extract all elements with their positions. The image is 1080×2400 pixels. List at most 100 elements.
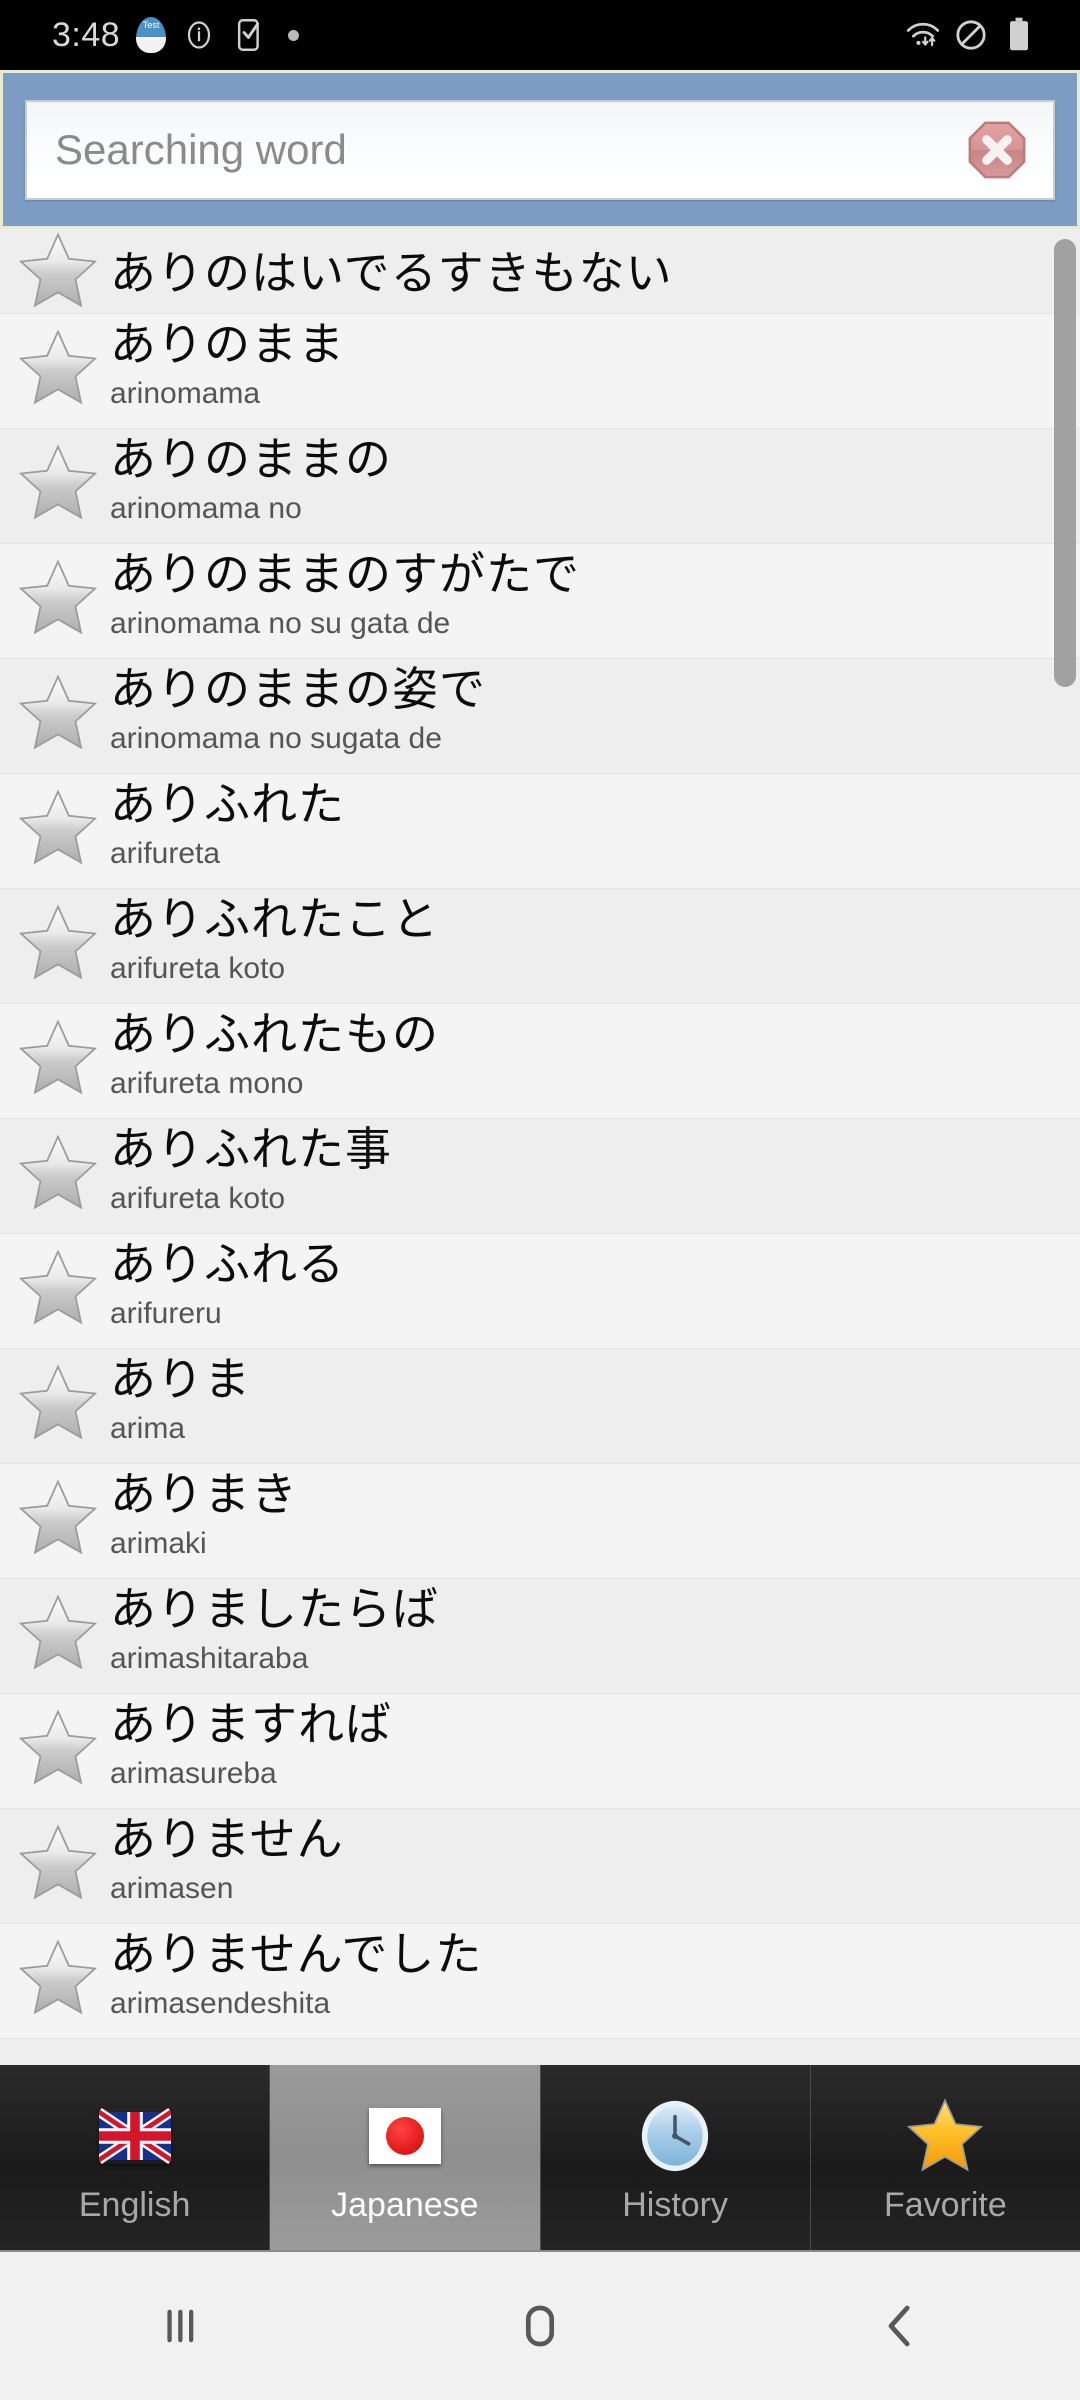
list-item[interactable]: ありのままの姿で arinomama no sugata de — [0, 659, 1080, 774]
search-input-container[interactable] — [25, 99, 1055, 200]
list-item-text: ありのはいでるすきもない — [110, 243, 1080, 300]
word-japanese: ありませんでした — [110, 1927, 483, 1981]
favorite-star-icon[interactable] — [16, 1706, 100, 1790]
word-romaji: arimasendeshita — [110, 1986, 331, 2020]
favorite-star-icon[interactable] — [16, 671, 100, 755]
uk-flag-icon — [98, 2090, 171, 2182]
favorite-star-icon[interactable] — [16, 441, 100, 525]
favorite-star-icon[interactable] — [16, 901, 100, 985]
favorite-star-icon[interactable] — [16, 556, 100, 640]
list-item[interactable]: ありのままのすがたで arinomama no su gata de — [0, 544, 1080, 659]
favorite-star-icon[interactable] — [16, 786, 100, 870]
list-item[interactable]: ありません arimasen — [0, 1809, 1080, 1924]
back-icon[interactable] — [820, 2276, 980, 2376]
favorite-star-icon[interactable] — [16, 1476, 100, 1560]
list-item[interactable]: ありませんでした arimasendeshita — [0, 1924, 1080, 2039]
word-japanese: ありましたらば — [110, 1582, 439, 1636]
tab-japanese[interactable]: Japanese — [270, 2065, 541, 2250]
list-item-text: ありふれたこと arifureta koto — [110, 889, 1080, 987]
list-item-text: ありふれる arifureru — [110, 1234, 1080, 1332]
word-romaji: arimaki — [110, 1526, 207, 1560]
word-japanese: ありふれる — [110, 1237, 345, 1291]
list-item-text: ありませんでした arimasendeshita — [110, 1924, 1080, 2022]
word-romaji: arimashitaraba — [110, 1641, 309, 1675]
gold-star-icon — [904, 2090, 986, 2182]
word-japanese: ありのはいでるすきもない — [110, 245, 673, 300]
list-item[interactable]: ありま arima — [0, 1349, 1080, 1464]
word-romaji: arinomama no sugata de — [110, 721, 442, 755]
list-item[interactable]: ありふれたこと arifureta koto — [0, 889, 1080, 1004]
tab-label: History — [622, 2186, 729, 2224]
list-item[interactable]: ありのはいでるすきもない — [0, 229, 1080, 314]
japan-flag-icon — [368, 2090, 441, 2182]
list-item[interactable]: ありふれた事 arifureta koto — [0, 1119, 1080, 1234]
list-item-text: ありふれたもの arifureta mono — [110, 1004, 1080, 1102]
list-item-text: ありのまま arinomama — [110, 314, 1080, 412]
favorite-star-icon[interactable] — [16, 1591, 100, 1675]
word-list[interactable]: ありのはいでるすきもないありのまま arinomama ありのままの arinomam… — [0, 229, 1080, 2065]
list-item[interactable]: ありふれた arifureta — [0, 774, 1080, 889]
word-japanese: ありふれた事 — [110, 1122, 392, 1176]
word-romaji: arifureta koto — [110, 1181, 286, 1215]
tab-english[interactable]: English — [0, 2065, 271, 2250]
phone-check-icon — [232, 18, 266, 52]
tab-label: Japanese — [331, 2186, 479, 2224]
word-romaji: arinomama no — [110, 491, 302, 525]
favorite-star-icon[interactable] — [16, 1936, 100, 2020]
list-item-text: ありのままの姿で arinomama no sugata de — [110, 659, 1080, 757]
word-romaji: arinomama — [110, 376, 261, 410]
wifi-transfer-icon — [906, 18, 940, 52]
status-bar-right — [906, 17, 1050, 52]
search-input[interactable] — [27, 125, 965, 174]
home-icon[interactable] — [460, 2276, 620, 2376]
word-romaji: arima — [110, 1411, 186, 1445]
list-item-text: ありません arimasen — [110, 1809, 1080, 1907]
list-item[interactable]: ありましたらば arimashitaraba — [0, 1579, 1080, 1694]
list-item[interactable]: ありのままの arinomama no — [0, 429, 1080, 544]
list-item-text: ありまき arimaki — [110, 1464, 1080, 1562]
status-bar: 3:48 — [0, 0, 1080, 70]
tab-label: English — [78, 2186, 191, 2224]
list-scrollbar[interactable] — [1054, 239, 1076, 687]
status-bar-left: 3:48 — [52, 15, 300, 55]
word-japanese: ありのままの姿で — [110, 662, 486, 716]
android-nav-bar — [0, 2250, 1080, 2400]
clear-search-button[interactable] — [965, 118, 1029, 182]
favorite-star-icon[interactable] — [16, 1131, 100, 1215]
tab-label: Favorite — [883, 2186, 1007, 2224]
word-japanese: ありのままの — [110, 432, 392, 486]
search-bar — [0, 70, 1080, 229]
list-item[interactable]: ありまき arimaki — [0, 1464, 1080, 1579]
list-item[interactable]: ありますれば arimasureba — [0, 1694, 1080, 1809]
list-item-text: ありのままの arinomama no — [110, 429, 1080, 527]
favorite-star-icon[interactable] — [16, 1821, 100, 1905]
word-romaji: arifureta koto — [110, 951, 286, 985]
tab-favorite[interactable]: Favorite — [810, 2065, 1080, 2250]
word-romaji: arifureta mono — [110, 1066, 304, 1100]
bottom-tab-bar: English Japanese History Favorite — [0, 2065, 1080, 2250]
favorite-star-icon[interactable] — [16, 326, 100, 410]
list-item-text: ありふれた arifureta — [110, 774, 1080, 872]
word-japanese: ありふれた — [110, 777, 345, 831]
list-item[interactable]: ありのまま arinomama — [0, 314, 1080, 429]
status-clock: 3:48 — [52, 15, 121, 54]
favorite-star-icon[interactable] — [16, 1016, 100, 1100]
list-item-text: ありましたらば arimashitaraba — [110, 1579, 1080, 1677]
list-item-text: ありのままのすがたで arinomama no su gata de — [110, 544, 1080, 642]
word-romaji: arimasureba — [110, 1756, 277, 1790]
word-japanese: ありまき — [110, 1467, 298, 1521]
word-japanese: ありません — [110, 1812, 344, 1866]
tab-history[interactable]: History — [540, 2065, 811, 2250]
word-japanese: ありのままのすがたで — [110, 547, 580, 601]
favorite-star-icon[interactable] — [16, 1361, 100, 1445]
list-item[interactable]: ありふれたもの arifureta mono — [0, 1004, 1080, 1119]
favorite-star-icon[interactable] — [16, 1246, 100, 1330]
test-app-icon — [136, 17, 167, 53]
word-romaji: arifureta — [110, 836, 221, 870]
list-item[interactable]: ありふれる arifureru — [0, 1234, 1080, 1349]
list-item-text: ありますれば arimasureba — [110, 1694, 1080, 1792]
word-japanese: ありふれたこと — [110, 892, 439, 946]
recent-apps-icon[interactable] — [100, 2276, 260, 2376]
favorite-star-icon[interactable] — [16, 229, 100, 313]
word-japanese: ありますれば — [110, 1697, 392, 1751]
